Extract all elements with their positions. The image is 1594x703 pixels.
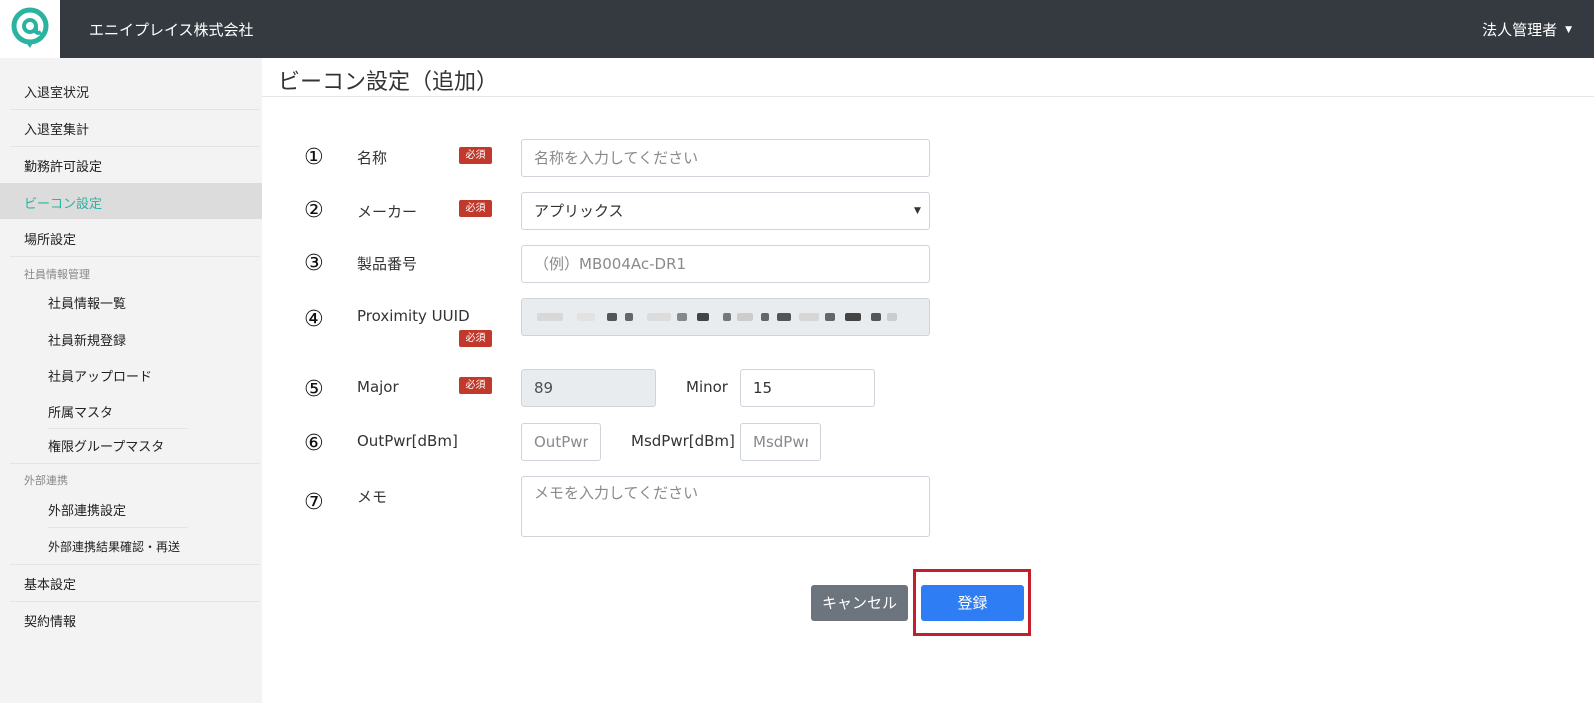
sidebar-item-label: 契約情報: [24, 615, 77, 630]
step-number-4: ④: [304, 307, 324, 332]
divider: [10, 146, 260, 147]
uuid-redacted-value: [537, 313, 897, 321]
outpwr-label: OutPwr[dBm]: [357, 432, 458, 450]
logo[interactable]: [0, 0, 60, 58]
step-number-1: ①: [304, 145, 324, 170]
caret-down-icon: ▼: [1565, 25, 1572, 35]
required-badge: 必須: [459, 200, 492, 217]
page-title: ビーコン設定（追加）: [278, 70, 499, 95]
step-number-5: ⑤: [304, 377, 324, 402]
sidebar-item-label: 所属マスタ: [48, 406, 114, 421]
divider: [10, 109, 260, 110]
minor-input[interactable]: 15: [740, 369, 875, 407]
sidebar-item-label: 社員アップロード: [48, 370, 153, 385]
outpwr-input[interactable]: [521, 423, 601, 461]
major-label: Major: [357, 378, 399, 396]
sidebar-item-label: ビーコン設定: [24, 197, 103, 212]
cancel-button[interactable]: キャンセル: [811, 585, 908, 621]
divider: [48, 428, 188, 429]
step-number-2: ②: [304, 198, 324, 223]
sidebar-item-label: 場所設定: [24, 233, 77, 248]
sidebar-item-label: 外部連携設定: [48, 504, 127, 519]
maker-select[interactable]: アプリックス: [521, 192, 930, 230]
product-number-label: 製品番号: [357, 255, 418, 273]
step-number-7: ⑦: [304, 490, 324, 515]
required-badge: 必須: [459, 377, 492, 394]
required-badge: 必須: [459, 147, 492, 164]
sidebar: 入退室状況 入退室集計 勤務許可設定 ビーコン設定 場所設定 社員情報管理 社員…: [0, 58, 262, 703]
maker-label: メーカー: [357, 203, 418, 221]
step-number-6: ⑥: [304, 431, 324, 456]
top-navbar: エニイプレイス株式会社 法人管理者 ▼: [0, 0, 1594, 58]
sidebar-item-label: 入退室集計: [24, 123, 90, 138]
title-divider: [262, 96, 1594, 97]
divider: [10, 564, 260, 565]
minor-label: Minor: [686, 378, 728, 396]
uuid-label: Proximity UUID: [357, 307, 470, 325]
major-readonly-field: 89: [521, 369, 656, 407]
at-sign-logo-icon: [11, 7, 49, 48]
callout-highlight-box: [913, 569, 1031, 636]
company-name: エニイプレイス株式会社: [89, 21, 254, 39]
sidebar-item-label: 基本設定: [24, 578, 77, 593]
divider: [10, 256, 260, 257]
msdpwr-input[interactable]: [740, 423, 821, 461]
product-number-input[interactable]: [521, 245, 930, 283]
sidebar-item-label: 社員新規登録: [48, 334, 127, 349]
sidebar-item-label: 勤務許可設定: [24, 160, 103, 175]
divider: [10, 463, 260, 464]
sidebar-item-label: 権限グループマスタ: [48, 440, 165, 455]
sidebar-section-employee: 社員情報管理: [24, 268, 90, 281]
user-menu-label: 法人管理者: [1482, 21, 1558, 39]
memo-textarea[interactable]: [521, 476, 930, 537]
name-input[interactable]: [521, 139, 930, 177]
minor-value: 15: [753, 379, 773, 397]
divider: [48, 527, 188, 528]
major-value: 89: [534, 379, 554, 397]
divider: [10, 601, 260, 602]
sidebar-item-label: 外部連携結果確認・再送: [48, 540, 181, 554]
maker-selected-value: アプリックス: [534, 202, 624, 220]
step-number-3: ③: [304, 251, 324, 276]
name-label: 名称: [357, 149, 388, 167]
required-badge: 必須: [459, 330, 492, 347]
sidebar-section-external: 外部連携: [24, 474, 68, 487]
sidebar-item-label: 入退室状況: [24, 86, 90, 101]
chevron-down-icon: ▼: [914, 206, 921, 216]
sidebar-item-label: 社員情報一覧: [48, 297, 127, 312]
user-menu-dropdown[interactable]: 法人管理者 ▼: [1482, 19, 1572, 40]
msdpwr-label: MsdPwr[dBm]: [631, 432, 735, 450]
memo-label: メモ: [357, 488, 388, 506]
